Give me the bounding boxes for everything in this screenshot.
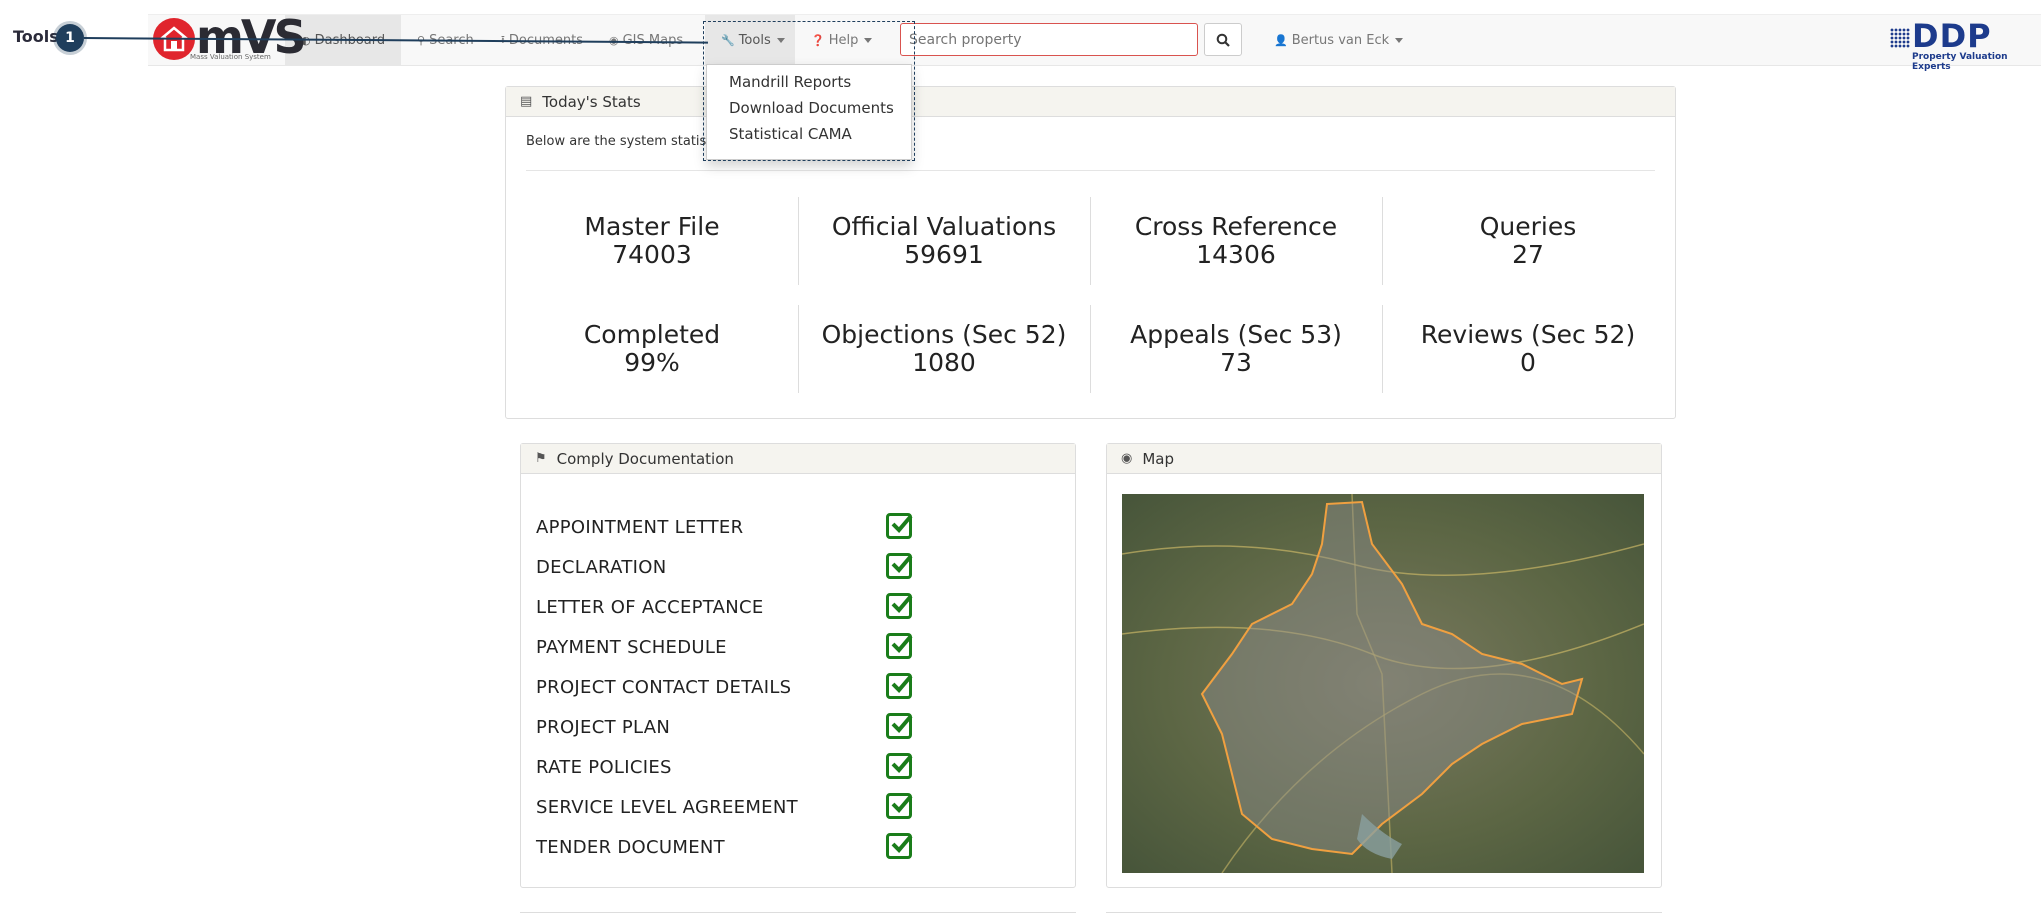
comply-panel-heading: ⚑ Comply Documentation	[521, 444, 1075, 474]
search-submit-button[interactable]	[1204, 23, 1242, 56]
chevron-down-icon	[776, 37, 785, 43]
stats-panel-title: Today's Stats	[542, 92, 641, 111]
document-row: RATE POLICIES	[536, 753, 936, 781]
divider	[520, 912, 1076, 913]
stat-completed: Completed 99%	[506, 321, 798, 377]
stat-title: Reviews (Sec 52)	[1420, 320, 1636, 349]
document-row: PROJECT PLAN	[536, 713, 936, 741]
stat-title: Cross Reference	[1134, 212, 1338, 241]
document-row: APPOINTMENT LETTER	[536, 513, 936, 541]
menu-item-download-documents[interactable]: Download Documents	[729, 99, 894, 117]
map-panel-heading: ◉ Map	[1107, 444, 1661, 474]
stat-value: 73	[1220, 348, 1252, 377]
stat-title: Objections (Sec 52)	[821, 320, 1067, 349]
stats-panel-heading: ▤ Today's Stats	[506, 87, 1675, 117]
satellite-map-image[interactable]	[1122, 494, 1644, 873]
tools-dropdown-menu: Mandrill Reports Download Documents Stat…	[706, 64, 912, 160]
stat-title: Appeals (Sec 53)	[1130, 320, 1342, 349]
map-canvas	[1122, 494, 1644, 873]
document-name: RATE POLICIES	[536, 757, 672, 778]
partner-logo: DDP Property Valuation Experts	[1890, 17, 2041, 72]
stat-value: 14306	[1196, 240, 1276, 269]
nav-user-label: Bertus van Eck	[1291, 32, 1390, 48]
map-panel: ◉ Map	[1106, 443, 1662, 888]
stat-queries: Queries 27	[1382, 213, 1674, 269]
stat-value: 74003	[612, 240, 692, 269]
stat-value: 59691	[904, 240, 984, 269]
stat-title: Official Valuations	[831, 212, 1057, 241]
comply-documentation-panel: ⚑ Comply Documentation APPOINTMENT LETTE…	[520, 443, 1076, 888]
document-name: PROJECT CONTACT DETAILS	[536, 677, 792, 698]
document-row: PROJECT CONTACT DETAILS	[536, 673, 936, 701]
stat-objections: Objections (Sec 52) 1080	[798, 321, 1090, 377]
document-name: PAYMENT SCHEDULE	[536, 637, 727, 658]
stat-value: 27	[1512, 240, 1544, 269]
stat-title: Master File	[584, 212, 720, 241]
checkbox-checked-icon	[886, 593, 913, 619]
nav-help-label: Help	[828, 32, 859, 48]
stat-title: Queries	[1479, 212, 1577, 241]
partner-name: DDP	[1912, 17, 1992, 55]
bookmark-icon: ⚑	[535, 451, 547, 466]
partner-tagline: Property Valuation Experts	[1912, 52, 2008, 72]
brand-logo-subtitle: Mass Valuation System	[190, 53, 271, 61]
document-row: TENDER DOCUMENT	[536, 833, 936, 861]
nav-tools-label: Tools	[738, 32, 771, 48]
nav-help[interactable]: ❓ Help	[795, 15, 885, 65]
comply-panel-title: Comply Documentation	[556, 449, 734, 468]
calendar-icon: ▤	[520, 94, 533, 109]
annotation-label: Tools	[13, 27, 59, 46]
dots-icon	[1890, 28, 1910, 48]
divider	[1106, 912, 1662, 913]
search-property-input[interactable]	[900, 23, 1198, 56]
document-row: PAYMENT SCHEDULE	[536, 633, 936, 661]
nav-user-menu[interactable]: 👤 Bertus van Eck	[1258, 15, 1408, 65]
stat-appeals: Appeals (Sec 53) 73	[1090, 321, 1382, 377]
stat-value: 1080	[912, 348, 976, 377]
document-name: PROJECT PLAN	[536, 717, 671, 738]
document-name: LETTER OF ACCEPTANCE	[536, 597, 764, 618]
checkbox-checked-icon	[886, 833, 913, 859]
wrench-icon: 🔧	[721, 33, 735, 47]
user-icon: 👤	[1274, 33, 1288, 47]
divider	[526, 170, 1655, 171]
search-icon	[1216, 33, 1230, 47]
nav-tools[interactable]: 🔧 Tools	[705, 15, 795, 65]
checkbox-checked-icon	[886, 753, 913, 779]
document-name: SERVICE LEVEL AGREEMENT	[536, 797, 798, 818]
document-row: SERVICE LEVEL AGREEMENT	[536, 793, 936, 821]
annotation-badge: 1	[56, 24, 84, 52]
stats-panel: ▤ Today's Stats Below are the system sta…	[505, 86, 1676, 419]
chevron-down-icon	[1395, 37, 1404, 43]
document-name: TENDER DOCUMENT	[536, 837, 725, 858]
document-name: DECLARATION	[536, 557, 667, 578]
checkbox-checked-icon	[886, 633, 913, 659]
stat-reviews: Reviews (Sec 52) 0	[1382, 321, 1674, 377]
document-name: APPOINTMENT LETTER	[536, 517, 744, 538]
chevron-down-icon	[864, 37, 873, 43]
menu-item-statistical-cama[interactable]: Statistical CAMA	[729, 125, 852, 143]
nav-gis-maps-label: GIS Maps	[622, 32, 684, 48]
stat-title: Completed	[583, 320, 721, 349]
menu-item-mandrill-reports[interactable]: Mandrill Reports	[729, 73, 851, 91]
stat-master-file: Master File 74003	[506, 213, 798, 269]
checkbox-checked-icon	[886, 513, 913, 539]
checkbox-checked-icon	[886, 713, 913, 739]
checkbox-checked-icon	[886, 553, 913, 579]
stat-cross-reference: Cross Reference 14306	[1090, 213, 1382, 269]
stat-official-valuations: Official Valuations 59691	[798, 213, 1090, 269]
question-icon: ❓	[811, 33, 825, 47]
globe-icon: ◉	[1121, 451, 1133, 466]
document-row: DECLARATION	[536, 553, 936, 581]
map-panel-title: Map	[1142, 449, 1174, 468]
stats-intro-text: Below are the system statistic	[526, 134, 723, 149]
checkbox-checked-icon	[886, 673, 913, 699]
document-row: LETTER OF ACCEPTANCE	[536, 593, 936, 621]
checkbox-checked-icon	[886, 793, 913, 819]
stat-value: 99%	[624, 348, 680, 377]
stat-value: 0	[1520, 348, 1536, 377]
